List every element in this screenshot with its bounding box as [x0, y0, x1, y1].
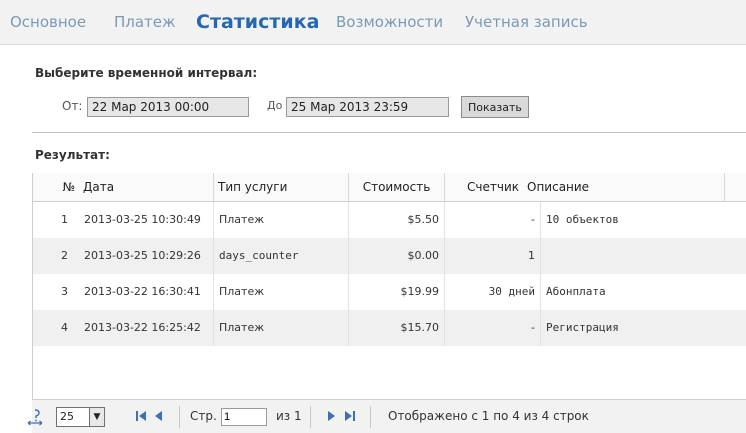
result-title: Результат: — [35, 148, 110, 162]
page-count-label: из 1 — [276, 409, 302, 423]
cell-desc — [541, 238, 725, 274]
tab-statistics[interactable]: Статистика — [196, 0, 319, 44]
cell-service: Платеж — [214, 274, 349, 310]
page-label: Стр. — [190, 409, 217, 423]
cell-num: 4 — [61, 321, 68, 334]
cell-service: Платеж — [214, 202, 349, 238]
show-button[interactable]: Показать — [461, 96, 529, 118]
prev-page-icon[interactable] — [152, 409, 164, 425]
next-page-icon[interactable] — [326, 409, 338, 425]
from-label: От: — [62, 99, 83, 113]
cell-counter: - — [445, 310, 541, 346]
col-header-date[interactable]: Дата — [79, 173, 214, 201]
tab-account[interactable]: Учетная запись — [465, 0, 588, 44]
col-header-num[interactable]: № — [33, 173, 79, 201]
results-grid: № Дата Тип услуги Стоимость Счетчик Опис… — [32, 173, 746, 432]
cell-cost: $15.70 — [349, 310, 445, 346]
table-row[interactable]: 4 2013-03-22 16:25:42 Платеж $15.70 - Ре… — [33, 310, 746, 346]
pager-separator — [179, 406, 180, 428]
cell-service: days_counter — [214, 238, 349, 274]
cell-service: Платеж — [214, 310, 349, 346]
page-number-input[interactable] — [221, 408, 267, 426]
to-label: До — [267, 99, 283, 112]
cell-cost: $19.99 — [349, 274, 445, 310]
cell-desc: Абонплата — [546, 285, 606, 298]
col-header-cost[interactable]: Стоимость — [349, 173, 445, 201]
cell-counter: 1 — [445, 238, 541, 274]
cell-cost: $0.00 — [349, 238, 445, 274]
resize-columns-icon[interactable] — [26, 408, 44, 426]
cell-desc: 10 объектов — [546, 213, 619, 226]
records-summary: Отображено с 1 по 4 из 4 строк — [388, 409, 589, 423]
tab-features[interactable]: Возможности — [336, 0, 443, 44]
table-row[interactable]: 2 2013-03-25 10:29:26 days_counter $0.00… — [33, 238, 746, 274]
cell-date: 2013-03-22 16:25:42 — [79, 310, 214, 346]
col-header-service[interactable]: Тип услуги — [214, 173, 349, 201]
chevron-down-icon: ▼ — [93, 412, 101, 422]
to-date-field[interactable] — [286, 97, 449, 117]
cell-date: 2013-03-25 10:29:26 — [79, 238, 214, 274]
interval-title: Выберите временной интервал: — [35, 66, 258, 80]
cell-cost: $5.50 — [349, 202, 445, 238]
cell-counter: - — [445, 202, 541, 238]
pager-separator — [370, 406, 371, 428]
cell-desc: Регистрация — [546, 321, 619, 334]
top-tab-bar: Основное Платеж Статистика Возможности У… — [0, 0, 746, 45]
cell-counter: 30 дней — [445, 274, 541, 310]
first-page-icon[interactable] — [134, 409, 148, 425]
cell-date: 2013-03-22 16:30:41 — [79, 274, 214, 310]
pager-separator — [310, 406, 311, 428]
cell-num: 2 — [61, 249, 68, 262]
table-row[interactable]: 3 2013-03-22 16:30:41 Платеж $19.99 30 д… — [33, 274, 746, 310]
table-row[interactable]: 1 2013-03-25 10:30:49 Платеж $5.50 - 10 … — [33, 202, 746, 238]
page-size-select[interactable]: 25 — [56, 407, 90, 427]
col-header-counter[interactable]: Счетчик — [445, 173, 523, 201]
cell-num: 3 — [61, 285, 68, 298]
last-page-icon[interactable] — [343, 409, 357, 425]
page-size-dropdown-button[interactable]: ▼ — [89, 407, 105, 427]
grid-header: № Дата Тип услуги Стоимость Счетчик Опис… — [33, 173, 746, 202]
pager-bar: 25 ▼ Стр. из 1 Отображено с 1 по 4 из 4 … — [27, 399, 746, 433]
cell-date: 2013-03-25 10:30:49 — [79, 202, 214, 238]
tab-payment[interactable]: Платеж — [114, 0, 176, 44]
section-divider — [32, 132, 746, 133]
tab-main[interactable]: Основное — [10, 0, 86, 44]
cell-num: 1 — [61, 213, 68, 226]
col-header-desc[interactable]: Описание — [523, 173, 725, 201]
from-date-field[interactable] — [87, 97, 249, 117]
